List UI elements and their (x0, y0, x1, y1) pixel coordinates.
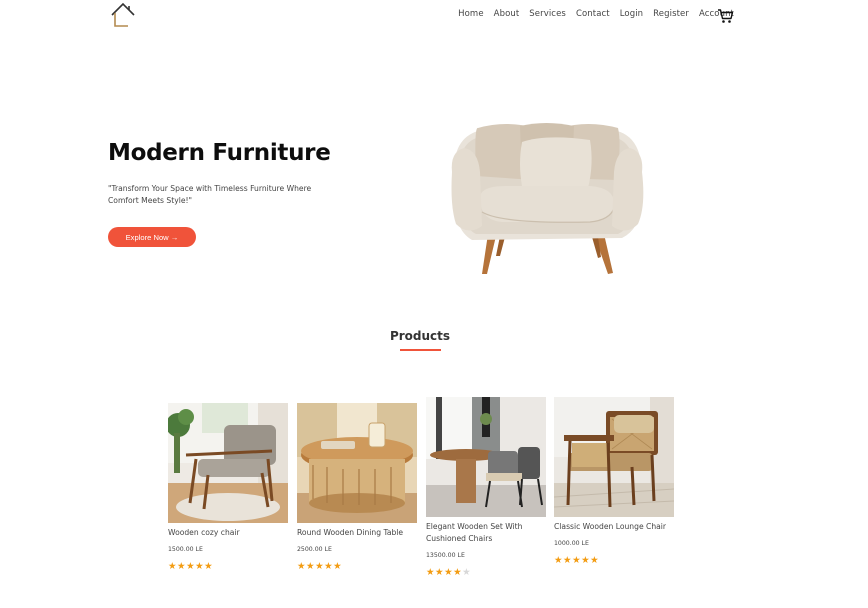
star-filled-icon: ★ (435, 567, 445, 578)
hero-title: Modern Furniture (108, 140, 331, 166)
product-card[interactable]: Round Wooden Dining Table 2500.00 LE ★★★… (297, 403, 417, 572)
product-card[interactable]: Elegant Wooden Set With Cushioned Chairs… (426, 397, 546, 578)
star-filled-icon: ★ (581, 555, 591, 566)
product-image[interactable] (297, 403, 417, 523)
explore-now-button[interactable]: Explore Now → (108, 227, 196, 247)
star-filled-icon: ★ (195, 561, 205, 572)
rating-stars: ★★★★★ (426, 568, 546, 578)
star-filled-icon: ★ (590, 555, 600, 566)
product-image[interactable] (168, 403, 288, 523)
product-name[interactable]: Wooden cozy chair (168, 527, 288, 539)
nav-home[interactable]: Home (458, 9, 484, 19)
nav-login[interactable]: Login (620, 9, 643, 19)
nav-about[interactable]: About (494, 9, 520, 19)
hero-subtitle: "Transform Your Space with Timeless Furn… (108, 184, 312, 205)
star-filled-icon: ★ (444, 567, 454, 578)
star-filled-icon: ★ (297, 561, 307, 572)
star-filled-icon: ★ (315, 561, 325, 572)
product-price: 13500.00 LE (426, 552, 465, 559)
section-title-underline (400, 349, 441, 351)
house-icon[interactable] (110, 2, 136, 28)
product-price: 2500.00 LE (297, 546, 332, 553)
rating-stars: ★★★★★ (554, 556, 674, 566)
nav-contact[interactable]: Contact (576, 9, 610, 19)
product-price: 1000.00 LE (554, 540, 589, 547)
star-filled-icon: ★ (453, 567, 463, 578)
star-filled-icon: ★ (306, 561, 316, 572)
star-filled-icon: ★ (572, 555, 582, 566)
cart-icon[interactable] (717, 8, 734, 24)
star-filled-icon: ★ (186, 561, 196, 572)
product-name[interactable]: Elegant Wooden Set With Cushioned Chairs (426, 521, 546, 545)
product-card[interactable]: Classic Wooden Lounge Chair 1000.00 LE ★… (554, 397, 674, 566)
star-filled-icon: ★ (426, 567, 436, 578)
star-filled-icon: ★ (168, 561, 178, 572)
nav-register[interactable]: Register (653, 9, 689, 19)
star-filled-icon: ★ (204, 561, 214, 572)
star-filled-icon: ★ (333, 561, 343, 572)
star-filled-icon: ★ (177, 561, 187, 572)
products-section-title: Products (389, 329, 451, 343)
star-filled-icon: ★ (554, 555, 564, 566)
nav-services[interactable]: Services (529, 9, 566, 19)
main-nav: Home About Services Contact Login Regist… (448, 9, 734, 19)
product-price: 1500.00 LE (168, 546, 203, 553)
product-name[interactable]: Classic Wooden Lounge Chair (554, 521, 674, 533)
rating-stars: ★★★★★ (297, 562, 417, 572)
product-card[interactable]: Wooden cozy chair 1500.00 LE ★★★★★ (168, 403, 288, 572)
hero-armchair-image (451, 123, 644, 274)
product-image[interactable] (426, 397, 546, 517)
star-filled-icon: ★ (324, 561, 334, 572)
product-name[interactable]: Round Wooden Dining Table (297, 527, 417, 539)
star-empty-icon: ★ (462, 567, 472, 578)
rating-stars: ★★★★★ (168, 562, 288, 572)
product-image[interactable] (554, 397, 674, 517)
star-filled-icon: ★ (563, 555, 573, 566)
